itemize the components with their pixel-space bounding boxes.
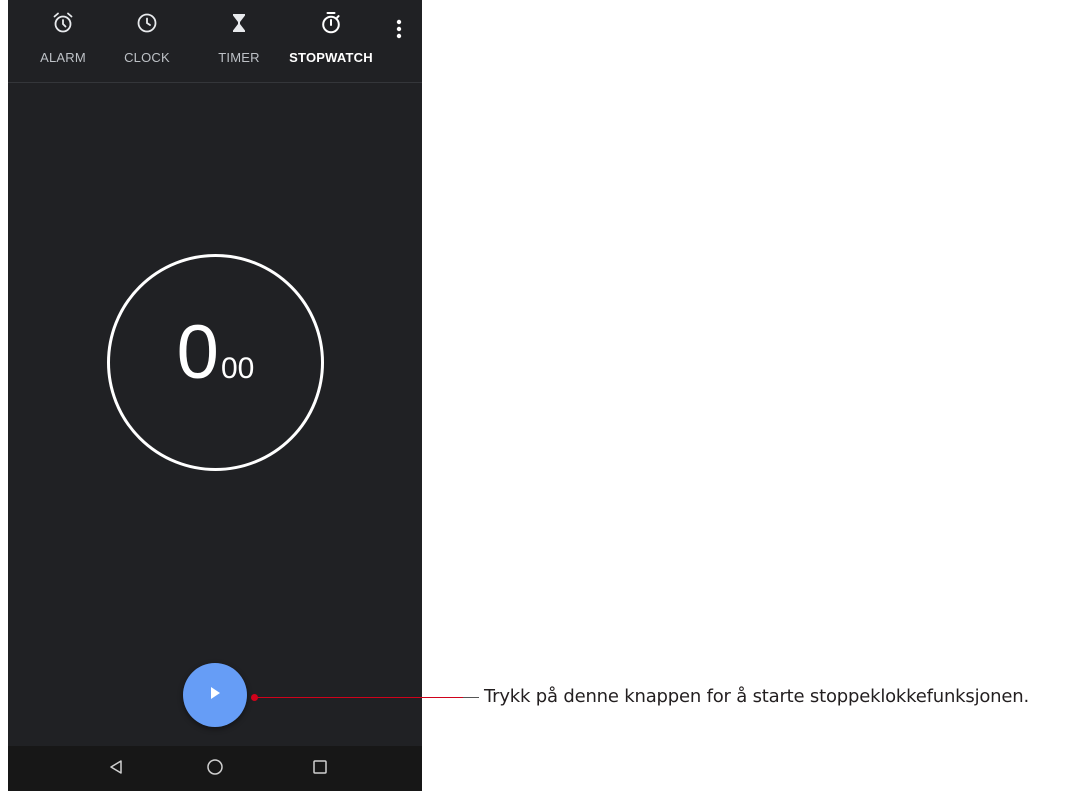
phone-screen: ALARM CLOCK TIMER STOPWATCH 0 00 xyxy=(8,0,422,791)
play-icon xyxy=(207,685,223,706)
tab-alarm[interactable]: ALARM xyxy=(31,0,95,82)
more-vertical-icon xyxy=(396,19,402,44)
elapsed-seconds: 0 xyxy=(176,310,219,395)
clock-icon xyxy=(134,10,160,36)
page: ALARM CLOCK TIMER STOPWATCH 0 00 Trykk p… xyxy=(0,0,1073,791)
elapsed-time: 0 00 xyxy=(110,257,321,468)
alarm-clock-icon xyxy=(50,10,76,36)
callout-dot xyxy=(251,694,258,701)
tab-stopwatch-label: STOPWATCH xyxy=(289,50,373,65)
tab-clock-label: CLOCK xyxy=(124,50,170,65)
start-stopwatch-button[interactable] xyxy=(183,663,247,727)
home-circle-icon xyxy=(206,758,224,781)
callout-text: Trykk på denne knappen for å starte stop… xyxy=(484,686,1029,707)
nav-home-button[interactable] xyxy=(200,754,230,784)
tab-alarm-label: ALARM xyxy=(40,50,86,65)
tab-timer-label: TIMER xyxy=(218,50,260,65)
elapsed-hundredths: 00 xyxy=(220,352,255,385)
stopwatch-dial: 0 00 xyxy=(107,254,324,471)
callout-line xyxy=(255,697,463,698)
nav-recent-apps-button[interactable] xyxy=(305,754,335,784)
callout-tick xyxy=(463,697,479,698)
hourglass-icon xyxy=(226,10,252,36)
tab-stopwatch[interactable]: STOPWATCH xyxy=(286,0,376,82)
back-triangle-icon xyxy=(108,759,124,780)
recent-square-icon xyxy=(312,759,328,780)
nav-back-button[interactable] xyxy=(101,754,131,784)
tab-timer[interactable]: TIMER xyxy=(207,0,271,82)
stopwatch-icon xyxy=(318,10,344,36)
more-options-button[interactable] xyxy=(388,16,410,46)
tab-clock[interactable]: CLOCK xyxy=(115,0,179,82)
system-nav-bar xyxy=(8,746,422,791)
tab-bar: ALARM CLOCK TIMER STOPWATCH xyxy=(8,0,422,83)
